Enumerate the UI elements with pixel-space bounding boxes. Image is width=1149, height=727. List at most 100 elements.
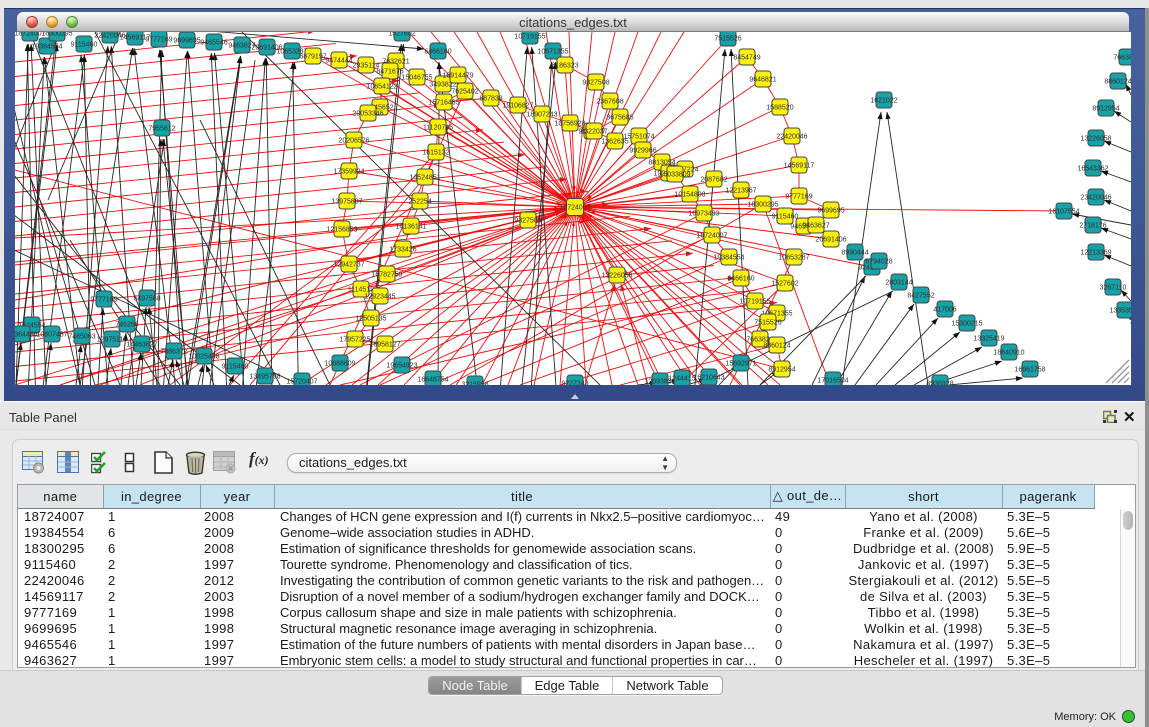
svg-text:1527602: 1527602 (388, 32, 415, 38)
svg-text:16107554: 16107554 (1048, 209, 1079, 216)
svg-text:2718176: 2718176 (1079, 223, 1106, 230)
svg-text:10653287: 10653287 (778, 255, 809, 262)
svg-text:1588520: 1588520 (766, 105, 793, 112)
svg-text:10688609: 10688609 (324, 361, 355, 368)
svg-text:15300215: 15300215 (951, 321, 982, 328)
svg-text:7625402: 7625402 (451, 89, 478, 96)
svg-text:14524851: 14524851 (409, 175, 440, 182)
svg-text:9115460: 9115460 (71, 42, 98, 49)
svg-text:1527602: 1527602 (771, 281, 798, 288)
svg-text:9465546: 9465546 (200, 40, 227, 47)
svg-text:22420046: 22420046 (776, 134, 807, 141)
svg-text:16958127: 16958127 (369, 342, 400, 349)
svg-text:8454749: 8454749 (733, 55, 760, 62)
svg-text:7886372: 7886372 (160, 349, 187, 356)
svg-text:12156853: 12156853 (326, 227, 357, 234)
svg-text:13975887: 13975887 (331, 199, 362, 206)
svg-text:16210643: 16210643 (693, 375, 724, 382)
svg-text:12213369: 12213369 (1080, 250, 1111, 257)
svg-text:13325419: 13325419 (973, 336, 1004, 343)
svg-text:18640910: 18640910 (993, 350, 1024, 357)
svg-text:18907243: 18907243 (526, 112, 557, 119)
svg-text:9227343: 9227343 (561, 381, 588, 386)
svg-text:3215958: 3215958 (461, 382, 488, 386)
svg-text:7515526: 7515526 (754, 320, 781, 327)
svg-text:16782759: 16782759 (371, 272, 402, 279)
svg-text:1114519: 1114519 (348, 287, 374, 294)
svg-text:16914479: 16914479 (442, 73, 473, 80)
svg-text:6466160: 6466160 (727, 276, 754, 283)
svg-text:15720407: 15720407 (286, 379, 317, 386)
svg-text:18300295: 18300295 (41, 32, 72, 38)
svg-text:7515526: 7515526 (714, 36, 741, 43)
svg-text:9646821: 9646821 (749, 77, 776, 84)
svg-text:19106827: 19106827 (502, 103, 533, 110)
svg-text:9777169: 9777169 (785, 194, 812, 201)
svg-text:16543362: 16543362 (1077, 166, 1108, 173)
svg-text:14136141: 14136141 (395, 224, 426, 231)
svg-text:9327508: 9327508 (582, 80, 609, 87)
svg-text:18300295: 18300295 (747, 202, 778, 209)
svg-text:417006: 417006 (933, 307, 956, 314)
svg-text:9474444: 9474444 (325, 58, 352, 65)
svg-text:10807487: 10807487 (36, 332, 67, 339)
svg-text:10654122: 10654122 (366, 84, 397, 91)
svg-text:18724007: 18724007 (696, 233, 727, 240)
svg-text:19384554: 19384554 (713, 255, 744, 262)
svg-text:13226058: 13226058 (601, 273, 632, 280)
svg-text:17016504: 17016504 (817, 378, 848, 385)
svg-text:6879197: 6879197 (299, 54, 326, 61)
svg-text:2803144: 2803144 (885, 280, 912, 287)
svg-text:12213967: 12213967 (725, 188, 756, 195)
svg-text:19654923: 19654923 (386, 363, 417, 370)
svg-text:7955812: 7955812 (148, 126, 175, 133)
svg-text:11120746: 11120746 (423, 125, 453, 132)
svg-text:20053346: 20053346 (352, 111, 383, 118)
svg-text:8938928: 8938928 (926, 381, 953, 386)
svg-text:2367608: 2367608 (596, 99, 623, 106)
svg-text:19384554: 19384554 (31, 44, 62, 51)
svg-text:13353594: 13353594 (1109, 308, 1131, 315)
svg-text:18724007: 18724007 (559, 205, 590, 212)
svg-text:7485063: 7485063 (68, 334, 95, 341)
svg-text:8322037: 8322037 (580, 129, 607, 136)
svg-text:7663822: 7663822 (1113, 55, 1131, 62)
svg-text:8860124: 8860124 (1104, 79, 1131, 86)
svg-text:17359924: 17359924 (333, 169, 364, 176)
svg-text:746266: 746266 (115, 322, 138, 329)
svg-text:10671355: 10671355 (537, 49, 568, 56)
svg-text:6497568: 6497568 (133, 296, 160, 303)
svg-text:8186323: 8186323 (551, 63, 578, 70)
svg-text:12505135: 12505135 (355, 316, 386, 323)
svg-text:13495798: 13495798 (249, 374, 280, 381)
svg-text:6794028: 6794028 (865, 259, 892, 266)
svg-text:8912954: 8912954 (1092, 106, 1119, 113)
svg-text:14569117: 14569117 (784, 163, 815, 170)
svg-text:9115460: 9115460 (772, 214, 799, 221)
svg-text:3675685: 3675685 (606, 115, 633, 122)
svg-text:16648754: 16648754 (417, 377, 448, 384)
svg-text:13226058: 13226058 (1080, 136, 1111, 143)
svg-text:3267110: 3267110 (1100, 285, 1127, 292)
svg-text:1733426: 1733426 (389, 247, 416, 254)
svg-text:9463627: 9463627 (802, 223, 829, 230)
svg-text:15751074: 15751074 (623, 134, 654, 141)
svg-text:12923445: 12923445 (364, 294, 395, 301)
svg-text:15716485: 15716485 (428, 100, 459, 107)
svg-text:8860124: 8860124 (763, 343, 790, 350)
svg-text:17957225: 17957225 (339, 337, 370, 344)
svg-text:20364436: 20364436 (15, 332, 38, 339)
svg-text:8912954: 8912954 (768, 367, 795, 374)
svg-text:8427552: 8427552 (907, 293, 934, 300)
svg-text:887833: 887833 (479, 96, 502, 103)
svg-text:8990444: 8990444 (841, 250, 868, 257)
svg-text:252254: 252254 (408, 199, 431, 206)
svg-text:12942737: 12942737 (333, 262, 364, 269)
svg-text:10025438: 10025438 (188, 354, 219, 361)
svg-text:23420046: 23420046 (1080, 195, 1111, 202)
svg-text:10756928: 10756928 (554, 121, 585, 128)
svg-text:20206576: 20206576 (338, 138, 369, 145)
svg-text:20691406: 20691406 (815, 237, 846, 244)
svg-text:9699695: 9699695 (173, 38, 200, 45)
svg-text:1244415: 1244415 (668, 376, 695, 383)
